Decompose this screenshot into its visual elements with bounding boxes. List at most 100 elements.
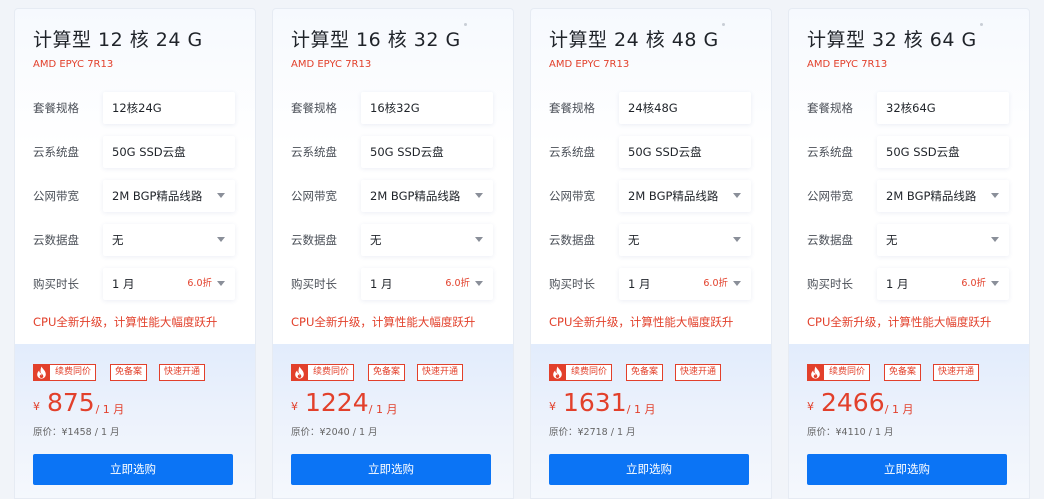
data-disk-row: 云数据盘 无 [549, 224, 754, 256]
data-disk-select[interactable]: 无 [103, 224, 235, 256]
buy-now-button[interactable]: 立即选购 [549, 454, 749, 485]
discount-label: 6.0折 [187, 278, 212, 289]
system-disk-row: 云系统盘 50G SSD云盘 [33, 136, 238, 168]
tag-label: 快速开通 [164, 367, 201, 377]
tag-badge: 续费同价 [33, 364, 97, 381]
buy-now-button[interactable]: 立即选购 [807, 454, 1007, 485]
product-card: 计算型 24 核 48 G AMD EPYC 7R13 套餐规格 24核48G 云系统盘… [530, 8, 772, 499]
flame-icon [807, 364, 824, 381]
caret-down-icon [475, 281, 483, 286]
caret-down-icon [217, 193, 225, 198]
tag-label: 续费同价 [571, 367, 608, 377]
spec-value: 12核24G [112, 101, 162, 115]
system-disk-field: 50G SSD云盘 [877, 136, 1009, 168]
caret-down-icon [733, 281, 741, 286]
data-disk-label: 云数据盘 [291, 233, 337, 247]
data-disk-value: 无 [112, 233, 124, 247]
caret-down-icon [475, 237, 483, 242]
caret-down-icon [733, 237, 741, 242]
card-title: 计算型 24 核 48 G [549, 29, 719, 51]
data-disk-row: 云数据盘 无 [807, 224, 1012, 256]
data-disk-label: 云数据盘 [549, 233, 595, 247]
tag-badge: 免备案 [884, 364, 922, 381]
spec-value: 32核64G [886, 101, 936, 115]
discount-label: 6.0折 [703, 278, 728, 289]
bandwidth-row: 公网带宽 2M BGP精品线路 [33, 180, 238, 212]
duration-value: 1 月 [628, 277, 651, 291]
bandwidth-select[interactable]: 2M BGP精品线路 [619, 180, 751, 212]
tag-label: 续费同价 [55, 367, 92, 377]
system-disk-row: 云系统盘 50G SSD云盘 [291, 136, 496, 168]
caret-down-icon [217, 237, 225, 242]
original-price: 原价：¥1458 / 1 月 [33, 427, 120, 438]
price-amount: 1224 [305, 388, 369, 417]
tag-badge: 快速开通 [417, 364, 464, 381]
duration-label: 购买时长 [549, 277, 595, 291]
bandwidth-select[interactable]: 2M BGP精品线路 [877, 180, 1009, 212]
data-disk-value: 无 [886, 233, 898, 247]
product-card: 计算型 12 核 24 G AMD EPYC 7R13 套餐规格 12核24G 云系统盘… [14, 8, 256, 499]
card-title: 计算型 12 核 24 G [33, 29, 203, 51]
bandwidth-value: 2M BGP精品线路 [886, 189, 977, 203]
discount-label: 6.0折 [445, 278, 470, 289]
tag-label: 续费同价 [313, 367, 350, 377]
tag-label: 快速开通 [680, 367, 717, 377]
spec-field: 12核24G [103, 92, 235, 124]
system-disk-label: 云系统盘 [549, 145, 595, 159]
duration-label: 购买时长 [33, 277, 79, 291]
product-card-list: 计算型 12 核 24 G AMD EPYC 7R13 套餐规格 12核24G 云系统盘… [0, 0, 1044, 499]
data-disk-select[interactable]: 无 [619, 224, 751, 256]
product-card: 计算型 32 核 64 G AMD EPYC 7R13 套餐规格 32核64G 云系统盘… [788, 8, 1030, 499]
currency-symbol: ¥ [33, 400, 40, 413]
duration-select[interactable]: 1 月 6.0折 [361, 268, 493, 300]
caret-down-icon [991, 281, 999, 286]
duration-select[interactable]: 1 月 6.0折 [103, 268, 235, 300]
spec-value: 24核48G [628, 101, 678, 115]
flame-icon [549, 364, 566, 381]
spec-row: 套餐规格 16核32G [291, 92, 496, 124]
data-disk-select[interactable]: 无 [877, 224, 1009, 256]
bandwidth-row: 公网带宽 2M BGP精品线路 [807, 180, 1012, 212]
system-disk-value: 50G SSD云盘 [886, 145, 960, 159]
bandwidth-select[interactable]: 2M BGP精品线路 [361, 180, 493, 212]
price-period: / 1 月 [95, 403, 125, 416]
tag-label: 免备案 [373, 367, 401, 377]
duration-select[interactable]: 1 月 6.0折 [877, 268, 1009, 300]
card-title: 计算型 32 核 64 G [807, 29, 977, 51]
corner-dot-icon [464, 23, 467, 26]
data-disk-row: 云数据盘 无 [291, 224, 496, 256]
system-disk-label: 云系统盘 [807, 145, 853, 159]
cpu-model: AMD EPYC 7R13 [549, 59, 630, 70]
promo-text: CPU全新升级，计算性能大幅度跃升 [807, 315, 992, 329]
tag-badge: 免备案 [368, 364, 406, 381]
data-disk-select[interactable]: 无 [361, 224, 493, 256]
system-disk-field: 50G SSD云盘 [619, 136, 751, 168]
price-area: 续费同价 免备案 快速开通 ¥875/ 1 月原价：¥1458 / 1 月立即选购 [15, 344, 255, 498]
promo-text: CPU全新升级，计算性能大幅度跃升 [33, 315, 218, 329]
bandwidth-select[interactable]: 2M BGP精品线路 [103, 180, 235, 212]
price-period: / 1 月 [626, 403, 656, 416]
price-amount: 2466 [821, 388, 885, 417]
duration-select[interactable]: 1 月 6.0折 [619, 268, 751, 300]
promo-text: CPU全新升级，计算性能大幅度跃升 [291, 315, 476, 329]
tag-badge: 免备案 [110, 364, 148, 381]
duration-row: 购买时长 1 月 6.0折 [33, 268, 238, 300]
spec-label: 套餐规格 [291, 101, 337, 115]
price-area: 续费同价 免备案 快速开通 ¥1631/ 1 月原价：¥2718 / 1 月立即选购 [531, 344, 771, 498]
caret-down-icon [733, 193, 741, 198]
original-price: 原价：¥4110 / 1 月 [807, 427, 894, 438]
data-disk-value: 无 [628, 233, 640, 247]
card-title: 计算型 16 核 32 G [291, 29, 461, 51]
tag-label: 续费同价 [829, 367, 866, 377]
duration-row: 购买时长 1 月 6.0折 [549, 268, 754, 300]
buy-now-button[interactable]: 立即选购 [33, 454, 233, 485]
system-disk-value: 50G SSD云盘 [370, 145, 444, 159]
spec-row: 套餐规格 12核24G [33, 92, 238, 124]
duration-value: 1 月 [112, 277, 135, 291]
promo-text: CPU全新升级，计算性能大幅度跃升 [549, 315, 734, 329]
tag-badge: 快速开通 [159, 364, 206, 381]
product-card: 计算型 16 核 32 G AMD EPYC 7R13 套餐规格 16核32G 云系统盘… [272, 8, 514, 499]
price-period: / 1 月 [884, 403, 914, 416]
bandwidth-row: 公网带宽 2M BGP精品线路 [291, 180, 496, 212]
buy-now-button[interactable]: 立即选购 [291, 454, 491, 485]
